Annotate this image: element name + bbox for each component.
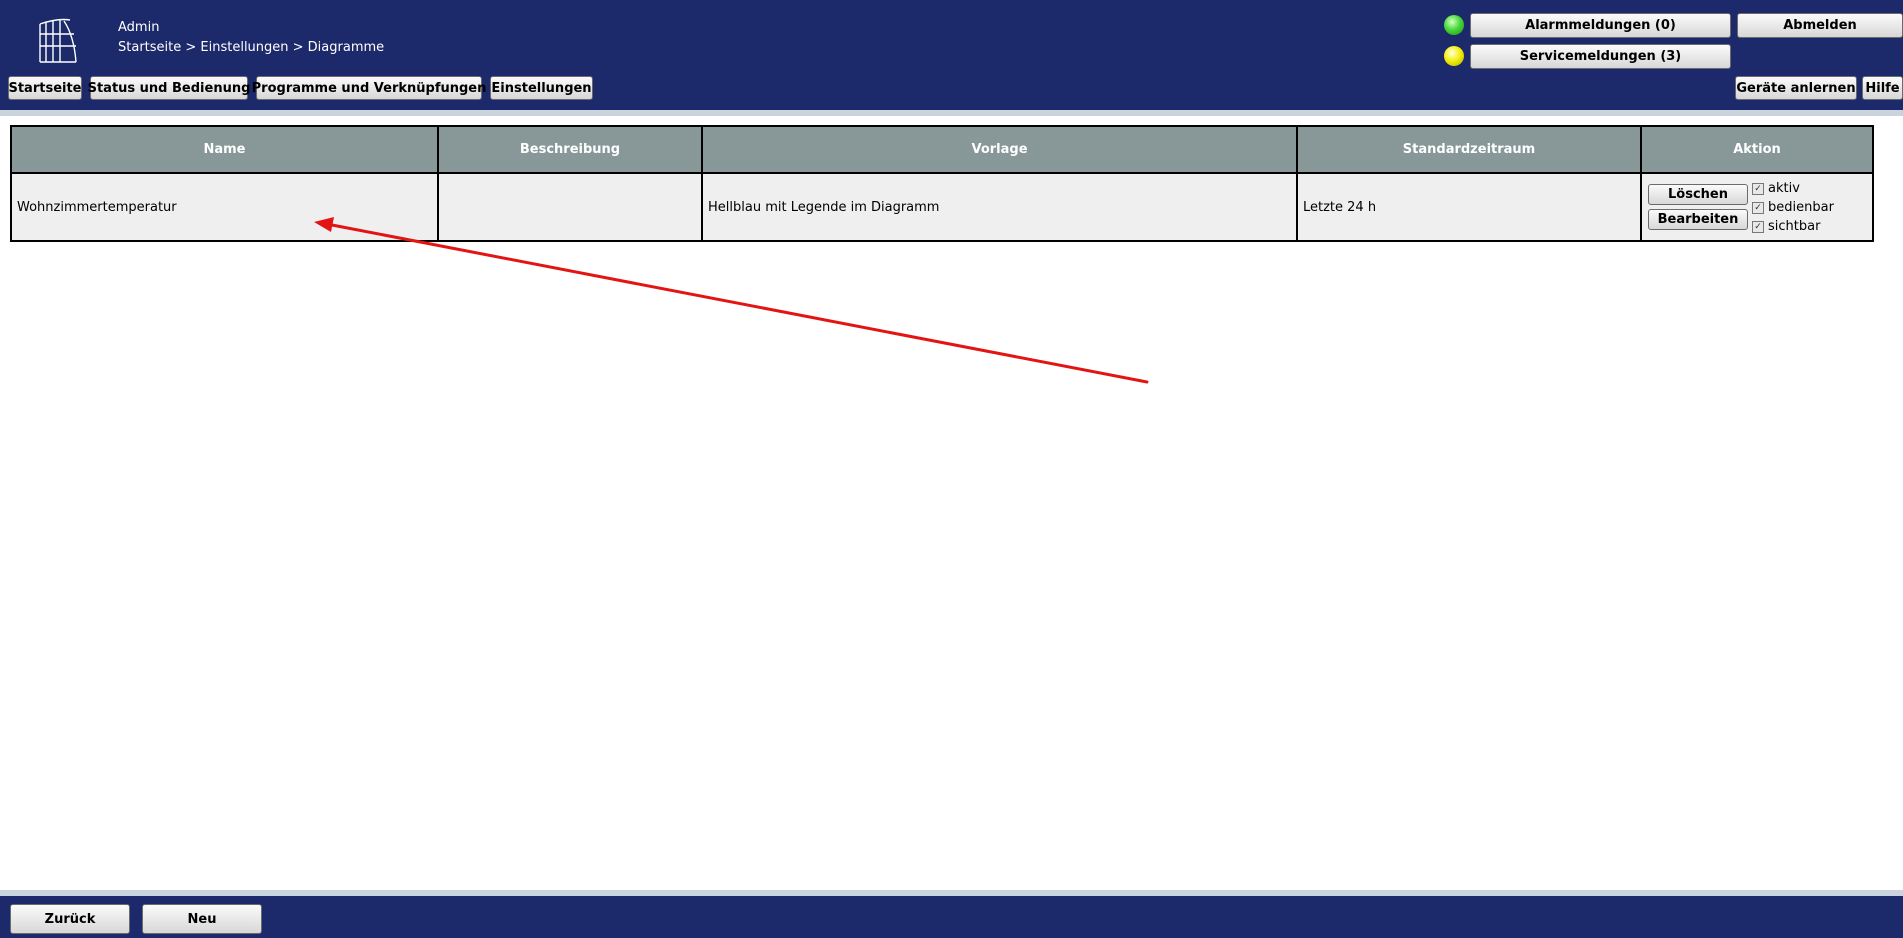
teach-devices-button[interactable]: Geräte anlernen xyxy=(1735,76,1857,100)
nav-status-button[interactable]: Status und Bedienung xyxy=(88,76,250,100)
diagram-table: Name Beschreibung Vorlage Standardzeitra… xyxy=(10,125,1874,242)
aktiv-label: aktiv xyxy=(1768,181,1800,196)
user-name: Admin xyxy=(118,20,160,35)
nav-startseite-button[interactable]: Startseite xyxy=(8,76,82,100)
footer-bar: Zurück Neu xyxy=(0,896,1903,938)
flag-sichtbar: ✓ sichtbar xyxy=(1752,218,1820,235)
logout-button[interactable]: Abmelden xyxy=(1737,13,1903,38)
sichtbar-checkbox[interactable]: ✓ xyxy=(1752,220,1764,233)
table-header-row: Name Beschreibung Vorlage Standardzeitra… xyxy=(10,125,1874,174)
edit-button[interactable]: Bearbeiten xyxy=(1648,209,1748,230)
sichtbar-label: sichtbar xyxy=(1768,219,1821,234)
alarm-messages-button[interactable]: Alarmmeldungen (0) xyxy=(1470,13,1731,38)
cell-action: Löschen Bearbeiten ✓ aktiv ✓ bedienbar ✓… xyxy=(1640,172,1874,242)
nav-settings-button[interactable]: Einstellungen xyxy=(490,76,593,100)
service-status-icon xyxy=(1444,46,1464,66)
help-button[interactable]: Hilfe xyxy=(1862,76,1903,100)
cell-description[interactable] xyxy=(437,172,703,242)
breadcrumb: Startseite > Einstellungen > Diagramme xyxy=(118,40,385,55)
new-button[interactable]: Neu xyxy=(142,904,262,934)
service-messages-button[interactable]: Servicemeldungen (3) xyxy=(1470,44,1731,69)
header-bar: Admin Startseite > Einstellungen > Diagr… xyxy=(0,0,1903,110)
column-header-template: Vorlage xyxy=(701,125,1298,174)
cell-template[interactable]: Hellblau mit Legende im Diagramm xyxy=(701,172,1298,242)
column-header-name: Name xyxy=(10,125,439,174)
column-header-action: Aktion xyxy=(1640,125,1874,174)
bedienbar-checkbox[interactable]: ✓ xyxy=(1752,201,1764,214)
cell-period[interactable]: Letzte 24 h xyxy=(1296,172,1642,242)
delete-button[interactable]: Löschen xyxy=(1648,184,1748,205)
column-header-description: Beschreibung xyxy=(437,125,703,174)
flag-bedienbar: ✓ bedienbar xyxy=(1752,199,1834,216)
alarm-status-icon xyxy=(1444,15,1464,35)
back-button[interactable]: Zurück xyxy=(10,904,130,934)
column-header-period: Standardzeitraum xyxy=(1296,125,1642,174)
header-divider xyxy=(0,110,1903,116)
bedienbar-label: bedienbar xyxy=(1768,200,1834,215)
cell-name[interactable]: Wohnzimmertemperatur xyxy=(10,172,439,242)
flag-aktiv: ✓ aktiv xyxy=(1752,180,1800,197)
nav-programs-button[interactable]: Programme und Verknüpfungen xyxy=(252,76,486,100)
table-row[interactable]: Wohnzimmertemperatur Hellblau mit Legend… xyxy=(10,172,1874,242)
aktiv-checkbox[interactable]: ✓ xyxy=(1752,182,1764,195)
logo-icon xyxy=(39,18,77,63)
